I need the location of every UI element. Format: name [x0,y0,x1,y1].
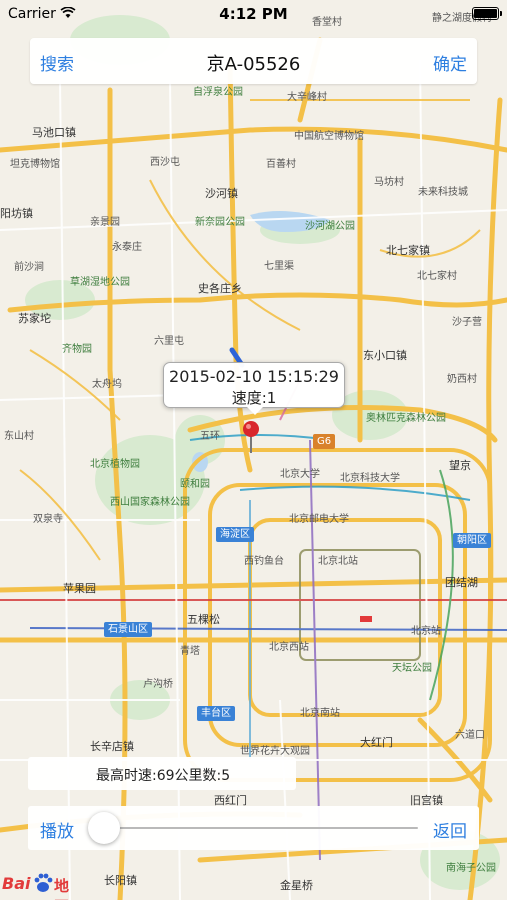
callout-speed: 速度:1 [231,389,277,407]
map-label: 南海子公园 [446,863,496,874]
callout-timestamp: 2015-02-10 15:15:29 [169,367,339,386]
map-label: 六里屯 [154,336,184,347]
map-label: 北京南站 [300,708,340,719]
map-label: 西沙屯 [150,157,180,168]
logo-text: Bai [2,874,31,893]
map-label: 北京大学 [280,469,320,480]
map-label: 自浮泉公园 [193,87,243,98]
map-label: 齐物园 [62,344,92,355]
map-label: 团结湖 [445,576,478,589]
stats-panel: 最高时速:69公里数:5 [28,757,296,790]
confirm-button[interactable]: 确定 [433,50,467,75]
map-label: 未来科技城 [418,187,468,198]
map-label: 西山国家森林公园 [110,497,190,508]
map-label: 东小口镇 [363,349,407,362]
stats-text: 最高时速:69公里数:5 [96,768,231,784]
map-label: 天坛公园 [392,663,432,674]
map-label: 金星桥 [280,879,313,892]
station-icon [360,616,372,622]
district-badge: 朝阳区 [453,533,491,548]
back-button[interactable]: 返回 [433,817,467,842]
map-label: 世界花卉大观园 [240,746,310,757]
location-callout[interactable]: 2015-02-10 15:15:29 速度:1 [163,362,345,415]
map-label: 北京北站 [318,556,358,567]
map-label: 北京西站 [269,642,309,653]
highway-badge: G6 [313,434,336,449]
map-label: 望京 [449,459,471,472]
map-label: 史各庄乡 [198,282,242,295]
map-label: 北七家村 [417,271,457,282]
map-label: 前沙涧 [14,262,44,273]
district-badge: 海淀区 [216,527,254,542]
map-label: 太舟坞 [92,379,122,390]
map-label: 旧宫镇 [410,794,443,807]
map-label: 草湖湿地公园 [70,277,130,288]
map-label: 北七家镇 [386,244,430,257]
district-badge: 丰台区 [197,706,235,721]
map-label: 颐和园 [180,479,210,490]
map-label: 沙河镇 [205,187,238,200]
map-label: 五环 [200,431,220,442]
page-title: 京A-05526 [206,54,301,75]
map-label: 北京植物园 [90,459,140,470]
map-label: 永泰庄 [112,242,142,253]
map-label: 西红门 [214,794,247,807]
map-label: 沙子营 [452,317,482,328]
map-label: 大红门 [360,736,393,749]
playback-bar: 播放 返回 [28,806,479,850]
playback-slider-thumb[interactable] [88,812,120,844]
status-bar: Carrier 4:12 PM [0,0,507,28]
map-label: 奶西村 [447,374,477,385]
play-button[interactable]: 播放 [40,817,74,842]
logo-map-text: 地图 [54,877,70,900]
map-label: 北京邮电大学 [289,514,349,525]
map-label: 七里渠 [264,261,294,272]
map-label: 马坊村 [374,177,404,188]
paw-icon [34,873,53,892]
map-label: 六道口 [455,730,485,741]
map-pin-icon[interactable] [241,420,261,454]
map-label: 阳坊镇 [0,207,33,220]
clock: 4:12 PM [219,5,288,23]
map-label: 坦克博物馆 [10,159,60,170]
map-label: 苹果园 [63,582,96,595]
map-label: 百善村 [266,159,296,170]
map-label: 长阳镇 [104,874,137,887]
battery-icon [472,7,502,20]
map-label: 卢沟桥 [143,679,173,690]
map-label: 亲景园 [90,217,120,228]
callout-pointer [247,407,263,415]
map-label: 西钓鱼台 [244,556,284,567]
map-label: 五棵松 [187,613,220,626]
map-label: 奥林匹克森林公园 [366,413,446,424]
navigation-bar: 搜索 京A-05526 确定 [30,38,477,84]
map-label: 青塔 [180,646,200,657]
map-label: 双泉寺 [33,514,63,525]
map-label: 马池口镇 [32,126,76,139]
map-label: 新奈园公园 [195,217,245,228]
map-label: 大辛峰村 [287,92,327,103]
map-label: 东山村 [4,431,34,442]
map-label: 苏家坨 [18,312,51,325]
map-label: 北京科技大学 [340,473,400,484]
district-badge: 石景山区 [104,622,152,637]
playback-slider-track[interactable] [92,827,418,829]
map-label: 沙河湖公园 [305,221,355,232]
map-label: 北京站 [411,626,441,637]
map-label: 长辛店镇 [90,740,134,753]
map-label: 中国航空博物馆 [294,131,364,142]
